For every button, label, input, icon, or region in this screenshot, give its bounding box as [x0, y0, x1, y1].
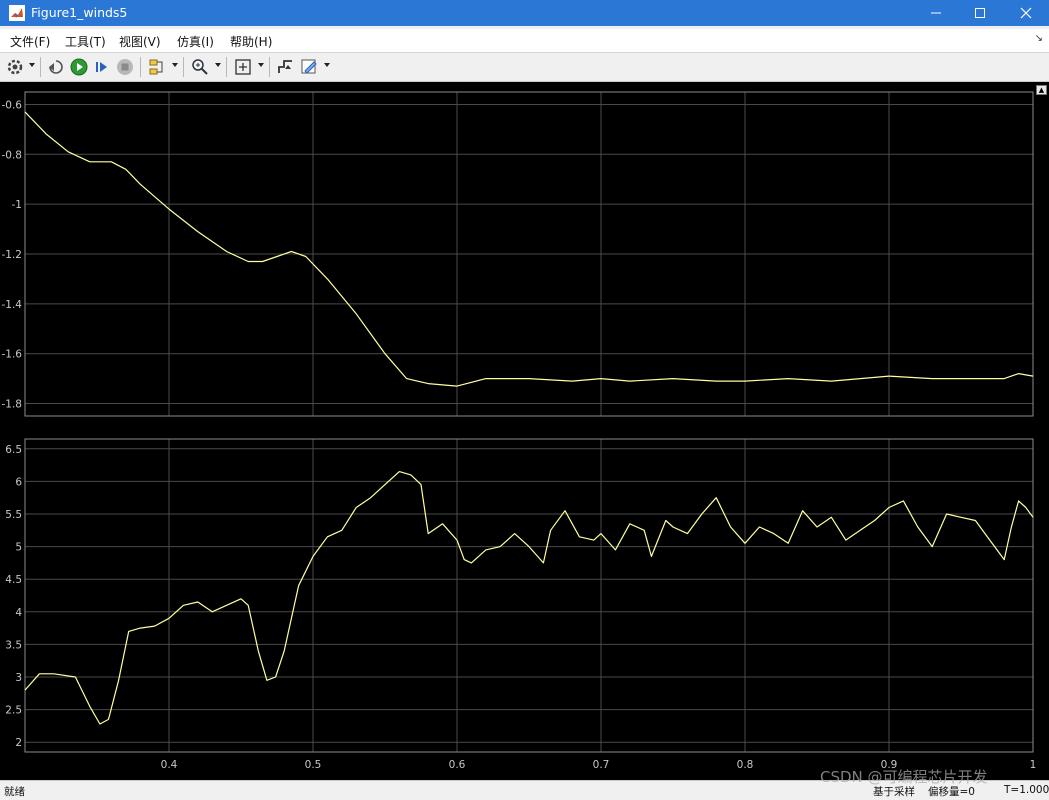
menu-tools[interactable]: 工具(T)	[65, 33, 106, 50]
zoom-icon[interactable]	[190, 57, 210, 77]
minimize-icon	[931, 12, 941, 14]
scope-figure: -0.6 -0.8 -1 -1.2 -1.4 -1.6 -1.8 0.4 0.5 0.6 0.7 0.…	[0, 82, 1049, 780]
close-button[interactable]	[1003, 0, 1049, 26]
axes-2-ytick-label: 5.5	[5, 509, 22, 521]
close-icon	[1020, 7, 1032, 19]
axes-2-background	[25, 439, 1033, 752]
axes-2-ytick-label: 2.5	[5, 705, 22, 717]
axes-2-ytick-label: 2	[15, 737, 22, 749]
axes-2-xtick-label: 0.7	[593, 759, 610, 771]
menu-file[interactable]: 文件(F)	[10, 33, 50, 50]
axes-1-ytick-label: -1.6	[2, 349, 23, 361]
fit-dropdown-arrow[interactable]	[258, 63, 264, 67]
settings-icon[interactable]	[5, 57, 25, 77]
toolbar-separator	[40, 57, 41, 77]
scope-plots[interactable]: -0.6 -0.8 -1 -1.2 -1.4 -1.6 -1.8 0.4 0.5 0.6 0.7 0.…	[0, 82, 1049, 780]
axes-2-xtick-label: 0.8	[737, 759, 754, 771]
axes-2-ytick-label: 4.5	[5, 574, 22, 586]
menu-view[interactable]: 视图(V)	[119, 33, 161, 50]
run-icon[interactable]	[69, 57, 89, 77]
axes-1-ytick-label: -1.8	[2, 399, 23, 411]
step-forward-icon[interactable]	[92, 57, 112, 77]
axes-2-xtick-label: 1	[1030, 759, 1037, 771]
toolbar-separator	[226, 57, 227, 77]
settings-dropdown-arrow[interactable]	[29, 63, 35, 67]
title-bar: Figure1_winds5	[0, 0, 1049, 26]
menu-help[interactable]: 帮助(H)	[230, 33, 272, 50]
highlight-signal-icon[interactable]	[147, 57, 167, 77]
menu-simulation[interactable]: 仿真(I)	[177, 33, 214, 50]
axes-1-ytick-label: -0.6	[2, 99, 23, 111]
highlight-dropdown-arrow[interactable]	[172, 63, 178, 67]
axes-2-ytick-label: 6	[15, 476, 22, 488]
matlab-logo-icon	[9, 5, 25, 21]
toolbar-separator	[183, 57, 184, 77]
axes-2-ytick-label: 4	[15, 607, 22, 619]
axes-2-ytick-label: 6.5	[5, 444, 22, 456]
axes-1-ytick-label: -1.4	[2, 299, 23, 311]
step-back-icon[interactable]	[46, 57, 66, 77]
axes-2-ytick-label: 3.5	[5, 639, 22, 651]
toolbar	[0, 53, 1049, 82]
window-title: Figure1_winds5	[31, 5, 128, 20]
axes-1-ytick-label: -1.2	[2, 249, 23, 261]
menu-bar: 文件(F) 工具(T) 视图(V) 仿真(I) 帮助(H) ↘	[0, 29, 1049, 53]
collapse-toolbar-icon[interactable]: ▲	[1036, 85, 1047, 95]
axes-2-ytick-label: 5	[15, 542, 22, 554]
axes-1-ytick-label: -0.8	[2, 149, 23, 161]
dock-arrow-icon[interactable]: ↘	[1035, 33, 1043, 44]
status-time: T=1.000	[1004, 784, 1049, 796]
fit-to-view-icon[interactable]	[233, 57, 253, 77]
status-ready: 就绪	[4, 786, 25, 798]
axes-2-xtick-label: 0.4	[161, 759, 178, 771]
axes-2-xtick-label: 0.6	[449, 759, 466, 771]
axes-1-ytick-label: -1	[12, 199, 22, 211]
axes-2-ytick-label: 3	[15, 672, 22, 684]
toolbar-separator	[269, 57, 270, 77]
stop-icon[interactable]	[115, 57, 135, 77]
style-dropdown-arrow[interactable]	[324, 63, 330, 67]
axes-2-xtick-label: 0.5	[305, 759, 322, 771]
watermark: CSDN @可编程芯片开发	[820, 768, 988, 786]
zoom-dropdown-arrow[interactable]	[215, 63, 221, 67]
toolbar-separator	[140, 57, 141, 77]
maximize-button[interactable]	[957, 0, 1003, 26]
style-icon[interactable]	[299, 57, 319, 77]
minimize-button[interactable]	[913, 0, 959, 26]
triggers-icon[interactable]	[276, 57, 296, 77]
maximize-icon	[975, 8, 985, 18]
